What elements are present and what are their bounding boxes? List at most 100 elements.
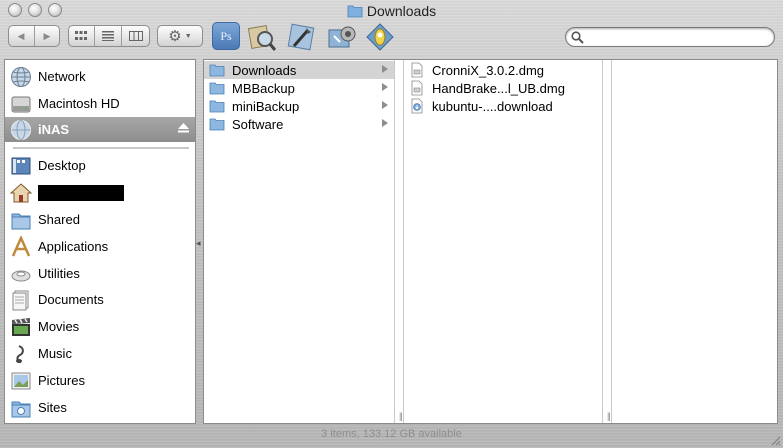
folder-name: Downloads xyxy=(232,62,297,78)
sidebar-item-label: Pictures xyxy=(38,373,85,388)
sidebar-item-label: iNAS xyxy=(38,122,70,137)
music-icon xyxy=(16,344,24,363)
folder-name: MBBackup xyxy=(232,80,295,96)
photoshop-icon[interactable]: Ps xyxy=(212,22,240,50)
back-forward-control: ◀ ▶ xyxy=(8,25,60,47)
sidebar-item-label: Network xyxy=(38,69,86,84)
sidebar-item-applications[interactable]: Applications xyxy=(5,234,195,259)
dmg-file-icon xyxy=(411,80,423,96)
utilities-icon xyxy=(11,270,31,281)
sidebar-divider xyxy=(13,147,189,149)
network-globe-icon xyxy=(11,66,31,87)
file-name: CronniX_3.0.2.dmg xyxy=(432,62,545,78)
finder-window: Downloads ◀ ▶ ⚙ ▼ Ps Network Macintosh H… xyxy=(0,0,783,448)
automator-icon[interactable] xyxy=(326,22,356,50)
desktop-icon xyxy=(11,157,31,174)
resize-grip-icon[interactable] xyxy=(769,434,781,446)
window-title: Downloads xyxy=(366,3,437,19)
sidebar: Network Macintosh HD iNAS Desktop Shared… xyxy=(4,59,196,424)
search-field[interactable] xyxy=(565,27,775,47)
sidebar-item-movies[interactable]: Movies xyxy=(5,314,195,339)
column-resize-handle[interactable]: || xyxy=(399,411,403,421)
list-item[interactable]: kubuntu-....download xyxy=(404,97,602,115)
column-browser: Downloads MBBackup miniBackup Software |… xyxy=(203,59,778,424)
sidebar-item-shared[interactable]: Shared xyxy=(5,207,195,232)
folder-icon xyxy=(209,82,225,95)
sidebar-item-label: Documents xyxy=(38,292,104,307)
list-view-icon xyxy=(102,31,114,41)
sidebar-item-label: Music xyxy=(38,346,72,361)
view-mode-control xyxy=(68,25,150,47)
sidebar-item-label: Desktop xyxy=(38,158,86,173)
sidebar-item-label: Macintosh HD xyxy=(38,96,120,111)
browser-column-2: CronniX_3.0.2.dmg HandBrake...l_UB.dmg k… xyxy=(403,60,611,423)
list-item[interactable]: miniBackup xyxy=(204,97,394,115)
photoshop-label: Ps xyxy=(220,28,232,43)
sidebar-item-label: Shared xyxy=(38,212,80,227)
sidebar-item-network[interactable]: Network xyxy=(5,64,195,89)
network-volume-icon xyxy=(11,119,31,140)
disclosure-arrow-icon xyxy=(382,101,388,109)
download-file-icon xyxy=(411,98,423,114)
sidebar-resize-handle[interactable]: ◂ xyxy=(196,238,201,249)
window-title-bar: Downloads xyxy=(0,2,783,20)
column-view-button[interactable] xyxy=(122,26,150,46)
folder-icon xyxy=(347,5,363,18)
sidebar-item-label: Applications xyxy=(38,239,109,254)
vlc-icon[interactable] xyxy=(364,22,394,51)
sidebar-item-sites[interactable]: Sites xyxy=(5,395,195,420)
list-item[interactable]: Software xyxy=(204,115,394,133)
browser-column-1: Downloads MBBackup miniBackup Software |… xyxy=(204,60,403,423)
pictures-icon xyxy=(11,372,31,389)
sidebar-item-inas[interactable]: iNAS xyxy=(5,117,195,142)
action-menu-button[interactable]: ⚙ ▼ xyxy=(157,25,203,47)
status-bar: 3 items, 133.12 GB available xyxy=(321,428,462,440)
list-view-button[interactable] xyxy=(95,26,122,46)
sidebar-item-documents[interactable]: Documents xyxy=(5,287,195,312)
disclosure-arrow-icon xyxy=(382,83,388,91)
sidebar-item-label: Utilities xyxy=(38,266,80,281)
sidebar-item-music[interactable]: Music xyxy=(5,341,195,366)
sidebar-item-home[interactable] xyxy=(5,180,195,205)
sidebar-item-utilities[interactable]: Utilities xyxy=(5,261,195,286)
folder-icon xyxy=(209,100,225,113)
dmg-file-icon xyxy=(411,62,423,78)
eject-icon[interactable] xyxy=(178,123,189,133)
gear-icon: ⚙ xyxy=(168,28,182,45)
file-name: kubuntu-....download xyxy=(432,98,553,114)
xcode-icon[interactable] xyxy=(286,22,315,51)
home-icon xyxy=(10,182,32,202)
forward-button[interactable]: ▶ xyxy=(35,26,60,46)
sidebar-item-desktop[interactable]: Desktop xyxy=(5,153,195,178)
forward-arrow-icon: ▶ xyxy=(43,30,51,41)
applications-icon xyxy=(11,235,31,257)
sidebar-item-label: Sites xyxy=(38,400,67,415)
sites-icon xyxy=(11,401,31,417)
sidebar-item-macintosh-hd[interactable]: Macintosh HD xyxy=(5,91,195,116)
icon-view-icon xyxy=(75,31,87,40)
list-item[interactable]: MBBackup xyxy=(204,79,394,97)
chevron-down-icon: ▼ xyxy=(184,32,192,40)
back-arrow-icon: ◀ xyxy=(17,30,25,41)
redacted-home-label xyxy=(38,184,124,201)
preview-icon[interactable] xyxy=(247,22,277,51)
back-button[interactable]: ◀ xyxy=(9,26,35,46)
list-item[interactable]: Downloads xyxy=(204,61,394,79)
shared-folder-icon xyxy=(11,213,31,229)
icon-view-button[interactable] xyxy=(68,26,95,46)
browser-column-3 xyxy=(611,60,777,423)
column-resize-handle[interactable]: || xyxy=(607,411,611,421)
sidebar-item-pictures[interactable]: Pictures xyxy=(5,368,195,393)
folder-name: Software xyxy=(232,116,284,132)
hard-drive-icon xyxy=(11,96,31,112)
file-name: HandBrake...l_UB.dmg xyxy=(432,80,565,96)
list-item[interactable]: CronniX_3.0.2.dmg xyxy=(404,61,602,79)
folder-name: miniBackup xyxy=(232,98,300,114)
search-icon xyxy=(571,31,584,44)
movies-icon xyxy=(12,317,30,336)
sidebar-item-label: Movies xyxy=(38,319,80,334)
search-input[interactable] xyxy=(588,29,772,47)
list-item[interactable]: HandBrake...l_UB.dmg xyxy=(404,79,602,97)
column-view-icon xyxy=(129,31,143,41)
folder-icon xyxy=(209,118,225,131)
